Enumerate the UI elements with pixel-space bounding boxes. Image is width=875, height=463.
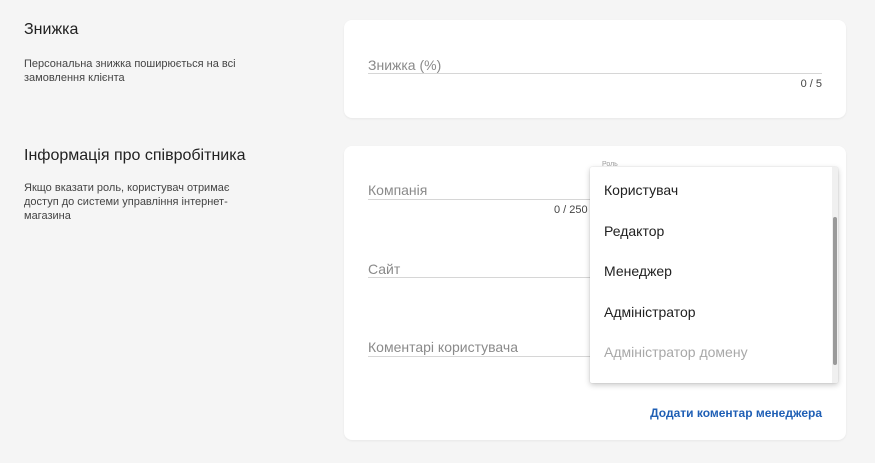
company-field-underline (368, 199, 590, 200)
role-option-domain-administrator: Адміністратор домену (604, 344, 748, 360)
discount-card: Знижка (%) 0 / 5 (344, 20, 846, 118)
role-option-manager[interactable]: Менеджер (590, 251, 830, 291)
role-option-user[interactable]: Користувач (590, 170, 830, 210)
discount-counter: 0 / 5 (800, 78, 822, 90)
role-dropdown-menu[interactable]: Користувач Редактор Менеджер Адміністрат… (590, 167, 838, 383)
role-option-administrator[interactable]: Адміністратор (590, 292, 830, 332)
discount-field-label: Знижка (%) (368, 57, 442, 73)
discount-section-description: Персональна знижка поширюється на всі за… (24, 58, 236, 84)
page: Знижка Персональна знижка поширюється на… (0, 0, 875, 463)
site-field-underline (368, 277, 590, 278)
company-field-label: Компанія (368, 182, 428, 198)
employee-section-title: Інформація про співробітника (24, 147, 246, 164)
add-manager-comment-link[interactable]: Додати коментар менеджера (650, 406, 822, 420)
employee-section-description: Якщо вказати роль, користувач отримає до… (24, 182, 230, 222)
company-counter: 0 / 250 (554, 204, 588, 216)
discount-field-underline (368, 73, 822, 74)
user-comments-field-underline (368, 356, 590, 357)
site-field-label: Сайт (368, 261, 401, 277)
dropdown-scrollbar-thumb[interactable] (833, 217, 837, 365)
discount-section-title: Знижка (24, 21, 79, 38)
role-option-editor[interactable]: Редактор (590, 211, 830, 251)
dropdown-scrollbar-track[interactable] (832, 167, 838, 383)
user-comments-field-label: Коментарі користувача (368, 339, 518, 355)
